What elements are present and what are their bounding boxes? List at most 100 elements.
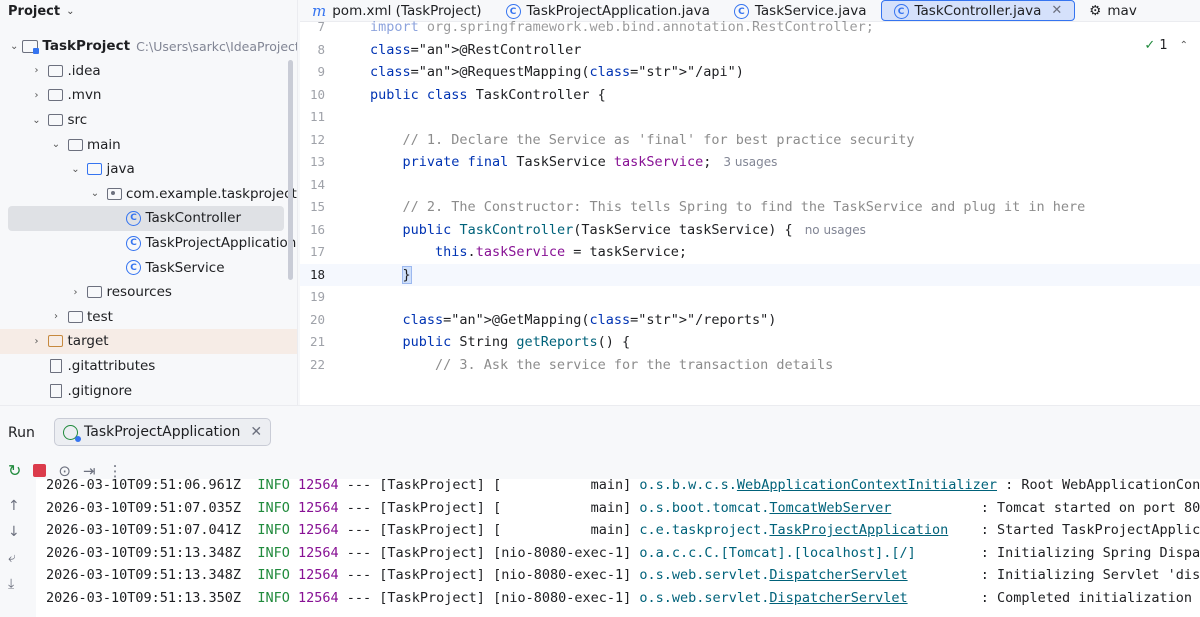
run-panel-title: Run	[8, 425, 35, 441]
log-logger[interactable]: o.s.boot.tomcat.TomcatWebServer	[639, 500, 891, 516]
tree-item-label: TaskController	[145, 210, 242, 227]
log-app: --- [TaskProject]	[338, 479, 494, 493]
log-logger[interactable]: o.s.web.servlet.DispatcherServlet	[639, 567, 907, 583]
folder-icon	[67, 310, 83, 324]
tree-item[interactable]: › .mvn	[0, 83, 297, 108]
logger-link[interactable]: TaskProjectApplication	[769, 522, 948, 538]
tree-item[interactable]: C TaskProjectApplication	[0, 231, 297, 256]
tree-item[interactable]: › target	[0, 329, 297, 354]
logger-link[interactable]: DispatcherServlet	[769, 590, 907, 606]
log-logger[interactable]: o.s.b.w.c.s.WebApplicationContextInitial…	[639, 479, 997, 493]
usage-hint[interactable]: no usages	[805, 223, 866, 237]
chevron-right-icon[interactable]: ›	[49, 311, 63, 322]
code-line[interactable]: 15 // 2. The Constructor: This tells Spr…	[300, 196, 1200, 219]
console-output[interactable]: 2026-03-10T09:51:06.961Z INFO 12564 --- …	[36, 479, 1200, 617]
log-pid: 12564	[297, 479, 339, 493]
run-config-tab[interactable]: TaskProjectApplication ✕	[54, 418, 272, 446]
scroll-to-end-icon[interactable]: ⤓	[8, 576, 20, 592]
code-line[interactable]: 18 }	[300, 263, 1200, 286]
code-line[interactable]: 9 class="an">@RequestMapping(class="str">…	[300, 61, 1200, 84]
log-app: --- [TaskProject]	[338, 567, 494, 583]
chevron-down-icon[interactable]: ⌄	[69, 164, 83, 175]
tree-item[interactable]: ⌄ src	[0, 108, 297, 133]
code-line[interactable]: 20 class="an">@GetMapping(class="str">"/…	[300, 309, 1200, 332]
exit-icon[interactable]: ⇥	[83, 462, 96, 480]
code-line[interactable]: 17 this.taskService = taskService;	[300, 241, 1200, 264]
chevron-right-icon[interactable]: ›	[30, 336, 44, 347]
project-path: C:\Users\sarkc\IdeaProjects\TaskProject	[136, 38, 297, 54]
console-log-line: 2026-03-10T09:51:13.350Z INFO 12564 --- …	[46, 587, 1192, 610]
logger-link[interactable]: TomcatWebServer	[769, 500, 891, 516]
code-line[interactable]: 14	[300, 174, 1200, 197]
soft-wrap-icon[interactable]: ⤶	[8, 550, 20, 566]
code-line[interactable]: 19	[300, 286, 1200, 309]
console-log-line: 2026-03-10T09:51:06.961Z INFO 12564 --- …	[46, 479, 1200, 497]
usage-hint[interactable]: 3 usages	[723, 155, 777, 169]
code-text: class="an">@RequestMapping(class="str">"…	[370, 64, 744, 80]
tree-item[interactable]: C TaskController	[8, 206, 284, 231]
logger-link[interactable]: WebApplicationContextInitializer	[737, 479, 997, 493]
tree-item-label: target	[67, 333, 109, 350]
run-toolbar: ↻ ⊙ ⇥ ⋮	[8, 461, 123, 480]
log-message: : Root WebApplicationContext	[1005, 479, 1200, 493]
rerun-icon[interactable]: ↻	[8, 461, 21, 480]
close-icon[interactable]: ✕	[250, 424, 262, 440]
chevron-down-icon[interactable]: ⌄	[49, 139, 63, 150]
logger-link[interactable]: DispatcherServlet	[769, 567, 907, 583]
tree-item[interactable]: ⌄ com.example.taskproject	[0, 182, 297, 207]
log-logger[interactable]: c.e.taskproject.TaskProjectApplication	[639, 522, 948, 538]
chevron-down-icon[interactable]: ⌄	[30, 115, 44, 126]
tree-item[interactable]: C TaskService	[0, 255, 297, 280]
chevron-down-icon[interactable]: ⌄	[88, 188, 102, 199]
code-area[interactable]: 7 import org.springframework.web.bind.ann…	[300, 19, 1200, 405]
tree-item[interactable]: › resources	[0, 280, 297, 305]
run-panel: Run TaskProjectApplication ✕ ↻ ⊙ ⇥ ⋮ ↑ ↓…	[0, 405, 1200, 617]
log-timestamp: 2026-03-10T09:51:13.348Z	[46, 567, 250, 583]
code-line[interactable]: 7 import org.springframework.web.bind.ann…	[300, 16, 1200, 39]
log-logger[interactable]: o.s.web.servlet.DispatcherServlet	[639, 590, 907, 606]
tree-item[interactable]: ⌄ main	[0, 132, 297, 157]
project-view-title: Project	[8, 3, 61, 19]
code-line[interactable]: 12 // 1. Declare the Service as 'final' …	[300, 129, 1200, 152]
code-line[interactable]: 22 // 3. Ask the service for the transac…	[300, 354, 1200, 377]
folder-icon	[48, 113, 64, 127]
stop-icon[interactable]	[33, 464, 47, 477]
more-icon[interactable]: ⋮	[108, 462, 123, 480]
code-line[interactable]: 16 public TaskController(TaskService tas…	[300, 219, 1200, 242]
log-message: : Initializing Spring Dispa	[915, 544, 1200, 561]
tree-item-label: java	[106, 161, 135, 178]
chevron-right-icon[interactable]: ›	[69, 287, 83, 298]
chevron-right-icon[interactable]: ›	[30, 90, 44, 101]
chevron-down-icon[interactable]: ⌄	[10, 41, 18, 52]
camera-icon[interactable]: ⊙	[58, 462, 71, 480]
project-view-header[interactable]: Project ⌄	[0, 0, 297, 22]
chevron-down-icon[interactable]: ⌄	[66, 6, 74, 17]
code-line[interactable]: 13 private final TaskService taskService…	[300, 151, 1200, 174]
code-text: public TaskController(TaskService taskSe…	[402, 221, 866, 238]
tree-item[interactable]: .gitignore	[0, 378, 297, 403]
chevron-right-icon[interactable]: ›	[30, 65, 44, 76]
tree-item[interactable]: › .idea	[0, 59, 297, 84]
tree-item-label: TaskProject	[42, 38, 131, 55]
down-arrow-icon[interactable]: ↓	[8, 524, 20, 540]
inspection-count: 1	[1159, 38, 1168, 53]
up-arrow-icon[interactable]: ↑	[8, 498, 20, 514]
tree-item[interactable]: › test	[0, 305, 297, 330]
code-line[interactable]: 11	[300, 106, 1200, 129]
tree-item[interactable]: ⌄ java	[0, 157, 297, 182]
log-level: INFO	[249, 567, 298, 583]
code-line[interactable]: 8 class="an">@RestController	[300, 39, 1200, 62]
inspection-widget[interactable]: ✓ 1 ⌃	[1144, 38, 1188, 53]
code-line[interactable]: 10 public class TaskController {	[300, 84, 1200, 107]
log-thread: [nio-8080-exec-1]	[493, 567, 640, 583]
console-log-line: 2026-03-10T09:51:13.348Z INFO 12564 --- …	[46, 564, 1200, 587]
tree-scrollbar[interactable]	[288, 60, 293, 280]
line-number: 22	[309, 356, 325, 372]
log-logger[interactable]: o.a.c.c.C.[Tomcat].[localhost].[/]	[639, 545, 915, 561]
log-pid: 12564	[297, 589, 339, 606]
chevron-up-icon[interactable]: ⌃	[1180, 40, 1188, 51]
tree-item[interactable]: .gitattributes	[0, 354, 297, 379]
line-number: 13	[309, 154, 325, 169]
tree-item[interactable]: ⌄ TaskProject C:\Users\sarkc\IdeaProjects\…	[0, 34, 297, 59]
code-line[interactable]: 21 public String getReports() {	[300, 331, 1200, 354]
